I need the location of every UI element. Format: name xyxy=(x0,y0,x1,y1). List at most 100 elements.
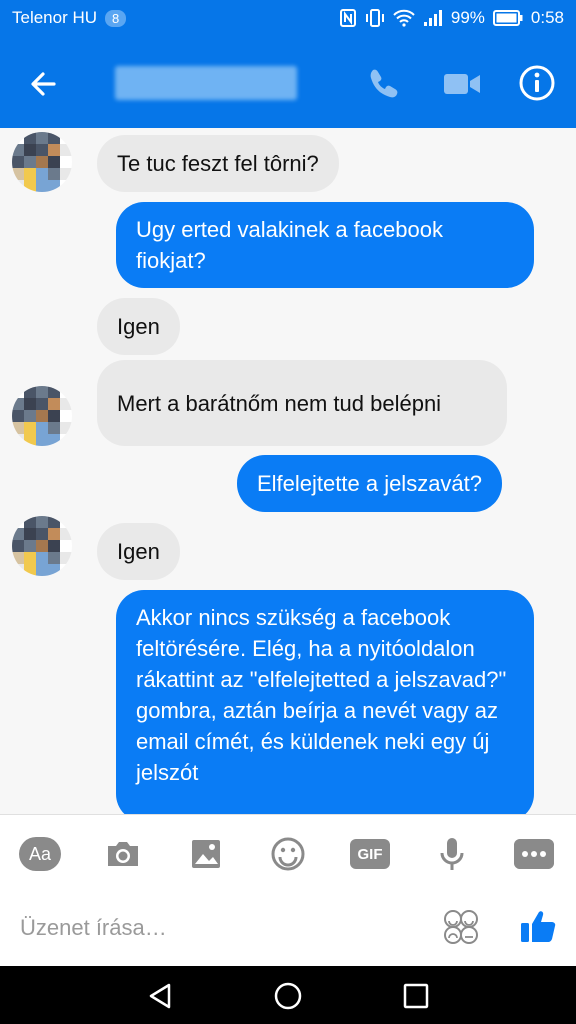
avatar-pixel xyxy=(60,434,72,446)
avatar-pixel xyxy=(24,528,36,540)
avatar-pixel xyxy=(24,168,36,180)
conversation-header xyxy=(0,38,576,128)
avatar-pixel xyxy=(24,410,36,422)
phone-call-icon[interactable] xyxy=(366,66,402,102)
avatar-pixel xyxy=(48,540,60,552)
gallery-icon[interactable] xyxy=(185,833,227,875)
nfc-icon xyxy=(339,9,356,27)
avatar-pixel xyxy=(48,528,60,540)
avatar-pixel xyxy=(12,410,24,422)
avatar-pixel xyxy=(36,398,48,410)
avatar-pixel xyxy=(36,156,48,168)
avatar-pixel xyxy=(12,398,24,410)
avatar-pixel xyxy=(60,516,72,528)
avatar-pixel xyxy=(36,564,48,576)
contact-avatar xyxy=(12,386,72,446)
avatar-pixel xyxy=(48,144,60,156)
message-input[interactable] xyxy=(20,910,400,946)
message-bubble[interactable]: Te tuc feszt fel tôrni? xyxy=(97,135,339,192)
battery-icon xyxy=(492,10,523,26)
system-navigation-bar xyxy=(0,966,576,1024)
composer xyxy=(0,890,576,966)
avatar-pixel xyxy=(12,422,24,434)
thumbs-up-icon[interactable] xyxy=(518,906,558,946)
microphone-icon[interactable] xyxy=(431,833,473,875)
avatar-pixel xyxy=(60,386,72,398)
avatar-pixel xyxy=(36,180,48,192)
avatar-pixel xyxy=(48,156,60,168)
text-format-button[interactable]: Aa xyxy=(19,833,61,875)
contact-name-blurred[interactable] xyxy=(115,66,297,100)
avatar-pixel xyxy=(36,422,48,434)
avatar-pixel xyxy=(36,144,48,156)
message-bubble[interactable]: Ugy erted valakinek a facebook fiokjat? xyxy=(116,202,534,288)
status-bar: Telenor HU 8 99% 0:58 xyxy=(0,0,576,38)
avatar-pixel xyxy=(48,410,60,422)
avatar-pixel xyxy=(12,528,24,540)
more-options-button[interactable] xyxy=(513,833,555,875)
avatar-pixel xyxy=(60,398,72,410)
avatar-pixel xyxy=(24,434,36,446)
video-call-icon[interactable] xyxy=(442,66,482,102)
avatar-pixel xyxy=(12,564,24,576)
avatar-pixel xyxy=(48,168,60,180)
message-bubble[interactable]: Igen xyxy=(97,298,180,355)
avatar-pixel xyxy=(12,386,24,398)
nav-home-icon[interactable] xyxy=(272,980,304,1012)
avatar-pixel xyxy=(60,564,72,576)
avatar-pixel xyxy=(12,144,24,156)
message-bubble[interactable]: Mert a barátnőm nem tud belépni xyxy=(97,360,507,446)
message-list[interactable]: Te tuc feszt fel tôrni? Ugy erted valaki… xyxy=(0,128,576,814)
avatar-pixel xyxy=(48,564,60,576)
avatar-pixel xyxy=(60,552,72,564)
avatar-pixel xyxy=(24,132,36,144)
contact-avatar xyxy=(12,516,72,576)
avatar-pixel xyxy=(12,516,24,528)
avatar-pixel xyxy=(24,540,36,552)
avatar-pixel xyxy=(12,540,24,552)
avatar-pixel xyxy=(24,552,36,564)
message-bubble[interactable]: Elfelejtette a jelszavát? xyxy=(237,455,503,512)
contact-avatar xyxy=(12,132,72,192)
avatar-pixel xyxy=(24,422,36,434)
text-format-label: Aa xyxy=(19,837,61,871)
avatar-pixel xyxy=(36,386,48,398)
avatar-pixel xyxy=(60,144,72,156)
avatar-pixel xyxy=(48,398,60,410)
composer-toolbar: Aa GIF xyxy=(0,814,576,890)
avatar-pixel xyxy=(60,132,72,144)
carrier-label: Telenor HU xyxy=(12,8,98,27)
gif-button[interactable]: GIF xyxy=(349,833,391,875)
avatar-pixel xyxy=(12,434,24,446)
avatar-pixel xyxy=(36,132,48,144)
nav-recents-icon[interactable] xyxy=(400,980,432,1012)
avatar-pixel xyxy=(60,180,72,192)
avatar-pixel xyxy=(60,540,72,552)
avatar-pixel xyxy=(36,528,48,540)
avatar-pixel xyxy=(24,144,36,156)
camera-icon[interactable] xyxy=(102,833,144,875)
emoji-icon[interactable] xyxy=(267,833,309,875)
info-icon[interactable] xyxy=(518,64,556,102)
avatar-pixel xyxy=(36,516,48,528)
avatar-pixel xyxy=(24,398,36,410)
avatar-pixel xyxy=(48,516,60,528)
avatar-pixel xyxy=(36,540,48,552)
avatar-pixel xyxy=(24,386,36,398)
notification-count-badge: 8 xyxy=(105,9,127,27)
back-arrow-icon[interactable] xyxy=(24,64,64,104)
avatar-pixel xyxy=(48,180,60,192)
avatar-pixel xyxy=(60,410,72,422)
clock: 0:58 xyxy=(530,8,564,27)
avatar-pixel xyxy=(36,552,48,564)
stickers-icon[interactable] xyxy=(442,908,480,946)
more-icon xyxy=(514,839,554,869)
avatar-pixel xyxy=(36,410,48,422)
avatar-pixel xyxy=(60,528,72,540)
avatar-pixel xyxy=(60,422,72,434)
avatar-pixel xyxy=(24,156,36,168)
vibrate-icon xyxy=(365,9,384,27)
nav-back-icon[interactable] xyxy=(144,980,176,1012)
message-bubble[interactable]: Akkor nincs szükség a facebook feltörésé… xyxy=(116,590,534,814)
message-bubble[interactable]: Igen xyxy=(97,523,180,580)
